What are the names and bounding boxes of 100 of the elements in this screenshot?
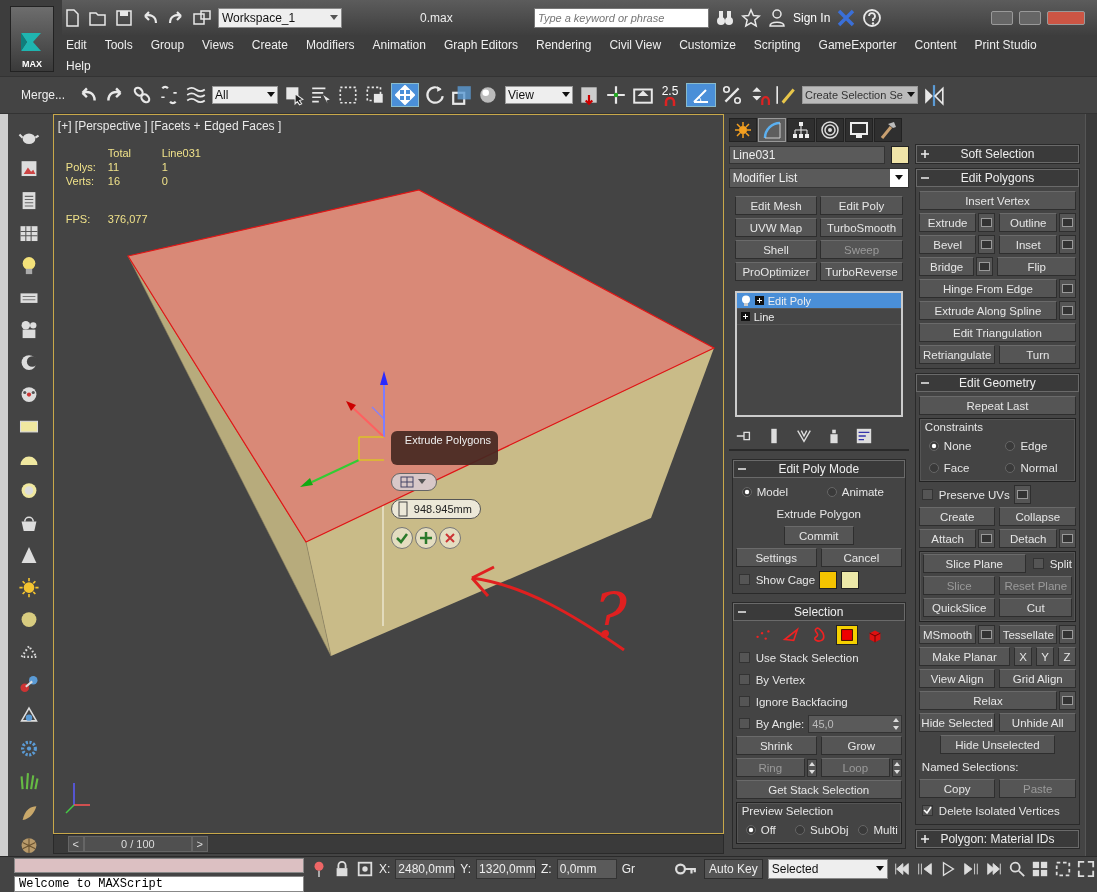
panel-button[interactable]: Extrude Along Spline <box>918 301 1058 320</box>
panel-button[interactable]: Collapse <box>999 507 1077 526</box>
menu-item[interactable]: Content <box>905 38 966 52</box>
stack-item[interactable]: Line <box>736 309 901 325</box>
panel-button[interactable]: MSmooth <box>918 625 977 644</box>
panel-button[interactable]: Cancel <box>820 548 902 567</box>
go-to-start-icon[interactable] <box>892 860 911 878</box>
rollout-header[interactable]: Polygon: Material IDs <box>915 830 1080 848</box>
reference-coordinates-dropdown[interactable]: View <box>505 86 573 104</box>
utilities-tab[interactable] <box>873 118 902 142</box>
workspace-dropdown[interactable]: Workspace_1 <box>218 7 342 28</box>
color-swatch[interactable] <box>841 570 860 589</box>
settings-button[interactable] <box>1059 279 1077 298</box>
panel-button[interactable]: Inset <box>999 235 1058 254</box>
rollout-header[interactable]: Selection <box>732 603 905 621</box>
pencil-icon[interactable] <box>775 84 797 106</box>
radio-button[interactable] <box>928 462 939 473</box>
settings-button[interactable] <box>1059 625 1077 644</box>
settings-button[interactable] <box>978 529 996 548</box>
panel-button[interactable]: Relax <box>918 691 1058 710</box>
frame-counter[interactable]: 0 / 100 <box>83 836 192 852</box>
rollout-header[interactable]: Soft Selection <box>915 145 1080 163</box>
modifier-button[interactable]: TurboReverse <box>820 262 903 281</box>
mirror-icon[interactable] <box>923 84 945 106</box>
menu-item[interactable]: Create <box>242 38 297 52</box>
maximize-viewport-icon[interactable] <box>1076 860 1095 878</box>
menu-item[interactable]: Tools <box>95 38 142 52</box>
extrude-height-field[interactable]: 948.945mm <box>390 499 481 519</box>
expand-icon[interactable] <box>754 296 764 305</box>
y-coordinate-field[interactable]: 1320,0mm <box>476 859 537 879</box>
sign-in-link[interactable]: Sign In <box>793 10 831 25</box>
panel-button[interactable]: Y <box>1036 647 1055 666</box>
checkbox[interactable] <box>738 718 750 729</box>
panel-button[interactable]: Copy <box>918 779 996 798</box>
modifier-button[interactable]: UVW Map <box>734 218 818 237</box>
rollout-header[interactable]: Edit Polygons <box>915 169 1080 187</box>
perspective-viewport[interactable]: [+] [Perspective ] [Facets + Edged Faces ] Total Line031 Polys: 11 1 Verts: 16 0 FPS: 376,077 ? Extrude Polygons 948.945mm <box>52 114 724 834</box>
merge-button[interactable]: Merge... <box>14 84 72 106</box>
settings-button[interactable] <box>978 625 996 644</box>
wave-icon[interactable] <box>185 84 207 106</box>
link-icon[interactable] <box>131 84 153 106</box>
caddy-dropdown[interactable] <box>390 473 437 491</box>
radio-button[interactable] <box>1005 440 1016 451</box>
sun-icon[interactable] <box>17 577 40 599</box>
close-button[interactable] <box>1047 10 1085 25</box>
radio-button[interactable] <box>928 440 939 451</box>
auto-key-button[interactable]: Auto Key <box>704 859 763 879</box>
panel-button[interactable]: Edit Triangulation <box>918 323 1077 342</box>
radio-button[interactable] <box>826 486 837 497</box>
checkbox[interactable] <box>738 674 750 685</box>
selection-set-dropdown[interactable]: Create Selection Se <box>802 86 918 104</box>
checkbox[interactable] <box>921 805 933 816</box>
radio-button[interactable] <box>1005 462 1016 473</box>
panel-button[interactable]: Retriangulate <box>918 345 996 364</box>
radio-button[interactable] <box>858 824 869 835</box>
z-coordinate-field[interactable]: 0,0mm <box>556 859 617 879</box>
panel-button[interactable]: Hide Unselected <box>940 735 1055 754</box>
maximize-button[interactable] <box>1019 10 1041 25</box>
app-logo[interactable]: MAX <box>10 6 54 72</box>
modifier-button[interactable]: TurboSmooth <box>820 218 903 237</box>
crosshair-icon[interactable] <box>605 84 627 106</box>
modifier-list-dropdown[interactable]: Modifier List <box>728 168 909 188</box>
next-frame-icon[interactable] <box>961 860 980 878</box>
menu-item[interactable]: GameExporter <box>809 38 906 52</box>
checkbox[interactable] <box>738 652 750 663</box>
expand-icon[interactable] <box>740 312 750 321</box>
modifier-button[interactable]: Edit Poly <box>820 196 903 215</box>
spinner-arrows-icon[interactable] <box>891 758 902 777</box>
panel-button[interactable]: Turn <box>999 345 1077 364</box>
panel-button[interactable]: Shrink <box>735 736 817 755</box>
panel-button[interactable]: Get Stack Selection <box>735 780 902 799</box>
panel-button[interactable]: Insert Vertex <box>918 191 1077 210</box>
settings-button[interactable] <box>1059 213 1077 232</box>
zoom-all-icon[interactable] <box>1030 860 1049 878</box>
menu-item[interactable]: Views <box>193 38 243 52</box>
panel-button[interactable]: Unhide All <box>999 713 1077 732</box>
panel-button[interactable]: Grow <box>820 736 902 755</box>
previous-frame-icon[interactable] <box>915 860 934 878</box>
rectangle-selection-icon[interactable] <box>337 84 359 106</box>
previous-frame-button[interactable]: < <box>67 836 84 852</box>
unlink-icon[interactable] <box>158 84 180 106</box>
panel-button[interactable]: Outline <box>999 213 1058 232</box>
motion-tab[interactable] <box>815 118 844 142</box>
panel-button[interactable]: Bridge <box>918 257 975 276</box>
panel-button[interactable]: Hinge From Edge <box>918 279 1058 298</box>
checkbox[interactable] <box>738 696 750 707</box>
rotate-icon[interactable] <box>424 84 446 106</box>
display-tab[interactable] <box>844 118 873 142</box>
panel-button[interactable]: QuickSlice <box>922 598 996 617</box>
panel-button[interactable]: Grid Align <box>999 669 1077 688</box>
panel-button[interactable]: Hide Selected <box>918 713 996 732</box>
panel-button[interactable]: Create <box>918 507 996 526</box>
panel-button[interactable]: Bevel <box>918 235 977 254</box>
checkbox[interactable] <box>738 574 750 585</box>
object-color-swatch[interactable] <box>890 146 909 164</box>
panel-button[interactable]: Z <box>1058 647 1077 666</box>
menu-item[interactable]: Help <box>62 59 100 73</box>
panel-button[interactable]: Tessellate <box>999 625 1058 644</box>
percent-snap-icon[interactable] <box>721 84 743 106</box>
settings-button[interactable] <box>1059 529 1077 548</box>
